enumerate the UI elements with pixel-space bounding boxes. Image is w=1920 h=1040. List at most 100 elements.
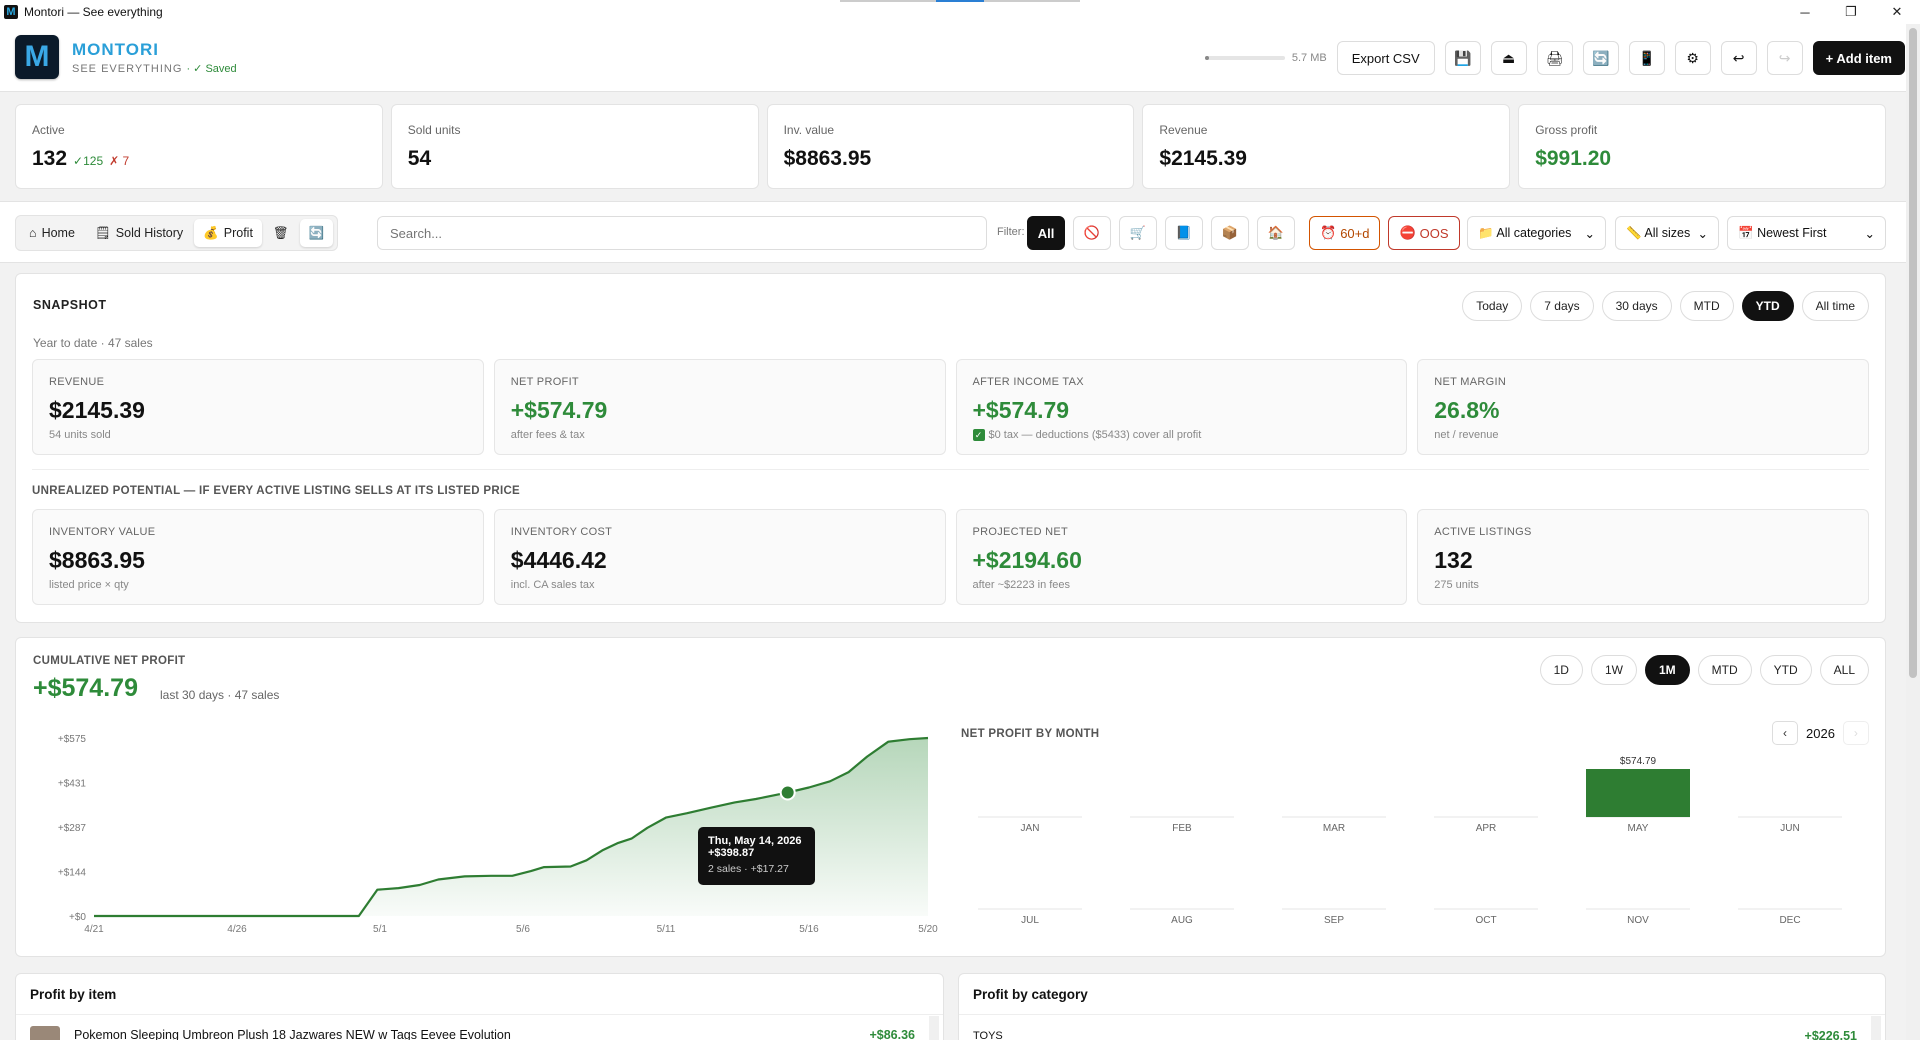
filter-all-button[interactable]: All <box>1027 216 1065 250</box>
unrealized-metrics: INVENTORY VALUE $8863.95 listed price × … <box>32 509 1869 605</box>
mobile-icon[interactable]: 📱 <box>1628 41 1665 75</box>
sort-select[interactable]: 📅 Newest First ⌄ <box>1727 216 1886 250</box>
range-1m[interactable]: 1M <box>1644 655 1690 685</box>
nav-profit[interactable]: 💰 Profit <box>194 219 262 247</box>
scrollbar[interactable] <box>929 1016 939 1040</box>
trash-icon[interactable]: 🗑 <box>264 219 298 247</box>
add-item-button[interactable]: + Add item <box>1812 41 1905 75</box>
filter-cart-icon[interactable]: 🛒 <box>1119 216 1157 250</box>
x-tick-label: 5/6 <box>516 924 530 935</box>
sync-view-icon[interactable]: 🔄 <box>299 219 334 247</box>
month-label: JUN <box>1780 823 1799 834</box>
x-tick-label: 4/26 <box>227 924 247 935</box>
range-ytd[interactable]: YTD <box>1741 291 1794 321</box>
print-icon[interactable]: 🖨 <box>1536 41 1573 75</box>
y-tick-label: +$0 <box>69 912 86 923</box>
notepad-icon: 🗒 <box>94 225 111 240</box>
sync-icon[interactable]: 🔄 <box>1582 41 1619 75</box>
scrollbar[interactable] <box>1871 1016 1881 1040</box>
restore-icon[interactable]: ❐ <box>1828 0 1874 24</box>
filter-house-icon[interactable]: 🏠 <box>1257 216 1295 250</box>
next-year-chevron-icon[interactable]: › <box>1842 721 1869 745</box>
filter-package-icon[interactable]: 📦 <box>1211 216 1249 250</box>
prev-year-chevron-icon[interactable]: ‹ <box>1772 721 1798 745</box>
y-tick-label: +$287 <box>58 823 87 834</box>
metric-inventory-cost: INVENTORY COST $4446.42 incl. CA sales t… <box>493 509 946 605</box>
chevron-down-icon: ⌄ <box>1864 226 1875 241</box>
brand-tagline: SEE EVERYTHING <box>72 63 183 75</box>
x-tick-label: 4/21 <box>84 924 104 935</box>
settings-gear-icon[interactable]: ⚙ <box>1674 41 1711 75</box>
unrealized-title: UNREALIZED POTENTIAL — IF EVERY ACTIVE L… <box>32 485 521 497</box>
chart-tooltip: Thu, May 14, 2026 +$398.87 2 sales · +$1… <box>698 827 815 885</box>
monthly-profit-chart: JAN FEB MAR APR $574.79 MAY JUN JUL AUG SEP OCT NOV… <box>978 756 1842 926</box>
undo-icon[interactable]: ↩ <box>1720 41 1757 75</box>
storage-label: 5.7 MB <box>1291 52 1327 64</box>
nav-sold-history[interactable]: 🗒 Sold History <box>86 219 192 247</box>
size-select[interactable]: 📏 All sizes ⌄ <box>1615 216 1719 250</box>
year-nav: ‹ 2026 › <box>1772 721 1869 745</box>
list-item[interactable]: TOYS +$226.51 <box>973 1029 1871 1040</box>
y-tick-label: +$144 <box>58 867 87 878</box>
filter-oos-button[interactable]: ⛔ OOS <box>1388 216 1460 250</box>
minimize-icon[interactable]: ─ <box>1782 0 1828 24</box>
check-icon: ✓ <box>972 429 985 441</box>
month-label: MAR <box>1323 823 1345 834</box>
save-icon[interactable]: 💾 <box>1444 41 1481 75</box>
range-1d[interactable]: 1D <box>1539 655 1583 685</box>
list-item[interactable]: Pokemon Sleeping Umbreon Plush 18 Jazwar… <box>30 1026 929 1040</box>
range-today[interactable]: Today <box>1462 291 1523 321</box>
range-30-days[interactable]: 30 days <box>1601 291 1672 321</box>
monthly-title: NET PROFIT BY MONTH <box>961 728 1100 740</box>
profit-by-category-title: Profit by category <box>973 987 1088 1002</box>
storage-fill <box>1204 56 1209 60</box>
item-thumbnail <box>30 1026 60 1040</box>
metric-net-profit: NET PROFIT +$574.79 after fees & tax <box>493 359 946 455</box>
filter-buttons: All 🚫 🛒 📘 📦 🏠 ⏰ 60+d ⛔ OOS <box>1027 216 1460 250</box>
nav-home[interactable]: ⌂ Home <box>20 219 84 247</box>
page-scrollbar[interactable] <box>1906 24 1920 1040</box>
storage-meter: 5.7 MB <box>1204 52 1327 64</box>
range-7-days[interactable]: 7 days <box>1530 291 1594 321</box>
snapshot-subtitle: Year to date · 47 sales <box>33 336 153 350</box>
category-select[interactable]: 📁 All categories ⌄ <box>1467 216 1606 250</box>
redo-icon[interactable]: ↪ <box>1766 41 1803 75</box>
snapshot-panel: SNAPSHOT Year to date · 47 sales Today 7… <box>15 273 1886 623</box>
no-entry-icon: ⛔ <box>1399 225 1416 240</box>
range-all-time[interactable]: All time <box>1801 291 1869 321</box>
range-mtd[interactable]: MTD <box>1697 655 1752 685</box>
filter-none-icon[interactable]: 🚫 <box>1073 216 1111 250</box>
x-tick-label: 5/20 <box>918 924 938 935</box>
saved-status: · ✓ Saved <box>186 63 237 75</box>
year-label: 2026 <box>1806 725 1835 741</box>
filter-aged-button[interactable]: ⏰ 60+d <box>1309 216 1381 250</box>
y-tick-label: +$431 <box>58 779 87 790</box>
range-all[interactable]: ALL <box>1819 655 1869 685</box>
metric-net-margin: NET MARGIN 26.8% net / revenue <box>1417 359 1869 455</box>
window-title: Montori — See everything <box>24 5 163 19</box>
range-1w[interactable]: 1W <box>1590 655 1637 685</box>
cumulative-title: CUMULATIVE NET PROFIT <box>33 655 186 667</box>
metric-inventory-value: INVENTORY VALUE $8863.95 listed price × … <box>32 509 484 605</box>
close-icon[interactable]: ✕ <box>1874 0 1920 24</box>
metric-after-income-tax: AFTER INCOME TAX +$574.79 ✓ $0 tax — dedu… <box>955 359 1408 455</box>
range-ytd[interactable]: YTD <box>1759 655 1812 685</box>
toolbar: ⌂Home 🗒Sold History 💰Profit 🗑 🔄 Filter: … <box>0 201 1906 263</box>
highlight-point[interactable] <box>779 784 796 801</box>
cumulative-value: +$574.79 <box>33 674 138 702</box>
app-icon: M <box>4 5 18 19</box>
export-csv-button[interactable]: Export CSV <box>1336 41 1435 75</box>
active-bad-count: ✗ 7 <box>109 154 130 168</box>
folder-icon: 📁 <box>1478 225 1494 240</box>
search-input[interactable] <box>377 216 987 250</box>
filter-book-icon[interactable]: 📘 <box>1165 216 1203 250</box>
upload-icon[interactable]: ⏏ <box>1490 41 1527 75</box>
range-mtd[interactable]: MTD <box>1679 291 1734 321</box>
calendar-icon: 📅 <box>1738 225 1754 240</box>
cumulative-range-pills: 1D 1W 1M MTD YTD ALL <box>1539 655 1869 685</box>
x-tick-label: 5/11 <box>657 924 676 935</box>
month-bar[interactable] <box>1586 769 1690 817</box>
month-label: MAY <box>1628 823 1649 834</box>
logo: M <box>15 35 59 79</box>
stat-revenue: Revenue $2145.39 <box>1142 104 1511 189</box>
